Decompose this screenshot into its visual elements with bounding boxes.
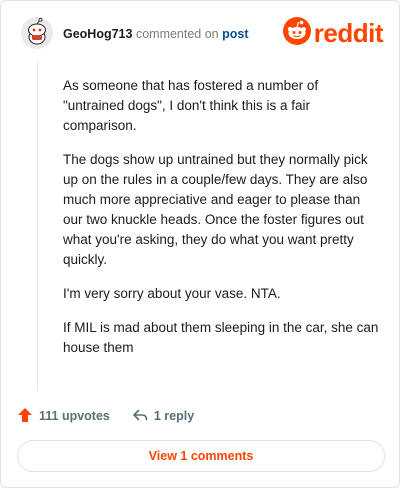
thread-line <box>37 61 38 391</box>
comment-paragraph: I'm very sorry about your vase. NTA. <box>63 286 281 301</box>
reply-icon <box>132 407 154 426</box>
reddit-wordmark: reddit <box>313 18 384 48</box>
upvote-button[interactable]: 111 upvotes <box>17 407 110 426</box>
comment-paragraph: If MIL is mad about them sleeping in the… <box>63 320 379 355</box>
reddit-snoo-icon <box>282 16 311 50</box>
username[interactable]: GeoHog713 <box>63 27 132 41</box>
post-link[interactable]: post <box>222 27 248 41</box>
upvote-arrow-icon <box>17 407 39 426</box>
comment-paragraph: The dogs show up untrained but they norm… <box>63 152 368 267</box>
reply-button[interactable]: 1 reply <box>132 407 194 426</box>
view-comments-button[interactable]: View 1 comments <box>17 440 385 472</box>
comment-meta: GeoHog713 commented on post <box>63 27 249 41</box>
comment-card: GeoHog713 commented on post reddit As so… <box>0 0 400 488</box>
reddit-logo[interactable]: reddit <box>282 16 384 50</box>
commented-on-label: commented on <box>135 27 219 41</box>
comment-paragraph: As someone that has fostered a number of… <box>63 78 319 133</box>
comment-header: GeoHog713 commented on post reddit <box>21 16 384 53</box>
reply-count: 1 reply <box>153 409 195 423</box>
upvote-count: 111 upvotes <box>39 409 110 423</box>
comment-actions: 111 upvotes 1 reply <box>17 405 383 427</box>
comment-body: As someone that has fostered a number of… <box>63 76 379 372</box>
avatar[interactable] <box>21 17 53 49</box>
